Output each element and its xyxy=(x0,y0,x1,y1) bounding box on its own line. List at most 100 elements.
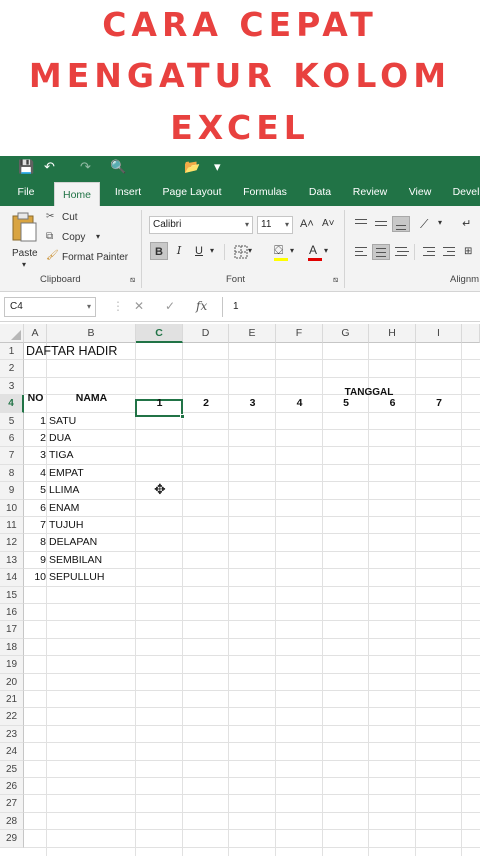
copy-button[interactable]: ⧉ Copy ▾ xyxy=(46,230,116,246)
column-header-b[interactable]: B xyxy=(47,324,136,343)
row-header-17[interactable]: 17 xyxy=(0,621,24,639)
no-cell[interactable]: 10 xyxy=(24,569,46,586)
align-center-icon[interactable] xyxy=(372,244,390,260)
row-header-22[interactable]: 22 xyxy=(0,708,24,726)
row-header-7[interactable]: 7 xyxy=(0,447,24,465)
tab-page-layout[interactable]: Page Layout xyxy=(156,178,228,206)
tab-review[interactable]: Review xyxy=(346,178,394,206)
row-header-21[interactable]: 21 xyxy=(0,691,24,709)
row-header-10[interactable]: 10 xyxy=(0,499,24,517)
open-folder-icon[interactable]: 📂 xyxy=(184,158,200,176)
no-cell[interactable]: 5 xyxy=(24,482,46,499)
nama-cell[interactable]: TIGA xyxy=(49,447,74,464)
no-cell[interactable]: 3 xyxy=(24,447,46,464)
row-header-9[interactable]: 9 xyxy=(0,482,24,500)
row-header-3[interactable]: 3 xyxy=(0,377,24,396)
column-header-g[interactable]: G xyxy=(323,324,369,343)
no-cell[interactable]: 1 xyxy=(24,413,46,430)
nama-cell[interactable]: SEMBILAN xyxy=(49,552,102,569)
tab-view[interactable]: View xyxy=(402,178,438,206)
date-cell-3[interactable]: 3 xyxy=(229,395,276,412)
row-header-23[interactable]: 23 xyxy=(0,725,24,744)
nama-cell[interactable]: LLIMA xyxy=(49,482,79,499)
row-header-25[interactable]: 25 xyxy=(0,760,24,778)
wrap-text-icon[interactable]: ↵ xyxy=(462,217,471,230)
cut-button[interactable]: ✂ Cut xyxy=(46,210,96,226)
row-header-5[interactable]: 5 xyxy=(0,412,24,430)
row-header-2[interactable]: 2 xyxy=(0,360,24,378)
font-name-box[interactable]: Calibri ▾ xyxy=(149,216,253,234)
tab-data[interactable]: Data xyxy=(302,178,338,206)
row-header-27[interactable]: 27 xyxy=(0,795,24,813)
clipboard-launcher-icon[interactable]: ⧅ xyxy=(130,275,135,285)
undo-icon[interactable]: ↶ xyxy=(44,158,55,176)
date-cell-2[interactable]: 2 xyxy=(183,395,229,412)
no-cell[interactable]: 6 xyxy=(24,500,46,517)
increase-indent-icon[interactable] xyxy=(440,244,458,260)
row-header-26[interactable]: 26 xyxy=(0,778,24,796)
font-color-button[interactable]: A ▾ xyxy=(306,243,332,261)
shrink-font-icon[interactable]: A˅ xyxy=(322,218,335,229)
tab-formulas[interactable]: Formulas xyxy=(236,178,294,206)
merge-center-icon[interactable]: ⊞ xyxy=(464,246,472,257)
nama-cell[interactable]: SEPULLUH xyxy=(49,569,104,586)
format-painter-button[interactable]: 🖌 Format Painter xyxy=(46,250,138,266)
row-header-18[interactable]: 18 xyxy=(0,638,24,657)
nama-cell[interactable]: SATU xyxy=(49,413,76,430)
date-cell-1[interactable]: 1 xyxy=(136,395,183,412)
paste-button[interactable]: Paste ▾ xyxy=(8,212,42,272)
italic-button[interactable]: I xyxy=(170,242,188,260)
name-box[interactable]: C4 ▾ xyxy=(4,297,96,317)
no-cell[interactable]: 8 xyxy=(24,534,46,551)
select-all-button[interactable] xyxy=(0,324,24,343)
row-header-15[interactable]: 15 xyxy=(0,586,24,604)
nama-cell[interactable]: ENAM xyxy=(49,500,79,517)
fill-handle[interactable] xyxy=(180,413,185,419)
row-header-20[interactable]: 20 xyxy=(0,673,24,691)
cancel-icon[interactable]: ✕ xyxy=(134,299,144,313)
enter-icon[interactable]: ✓ xyxy=(165,299,175,313)
borders-button[interactable]: ▾ xyxy=(232,243,256,261)
row-header-13[interactable]: 13 xyxy=(0,551,24,570)
tab-developer[interactable]: Devel xyxy=(446,178,480,206)
row-header-28[interactable]: 28 xyxy=(0,812,24,831)
row-header-14[interactable]: 14 xyxy=(0,569,24,587)
bottom-align-icon[interactable] xyxy=(392,216,410,232)
save-icon[interactable]: 💾 xyxy=(18,158,34,176)
row-header-16[interactable]: 16 xyxy=(0,604,24,622)
fill-color-button[interactable]: ⛋ ▾ xyxy=(272,243,298,261)
column-header-e[interactable]: E xyxy=(229,324,276,343)
middle-align-icon[interactable] xyxy=(372,216,390,232)
formula-input[interactable]: 1 xyxy=(222,297,480,317)
column-header-h[interactable]: H xyxy=(369,324,416,343)
tab-insert[interactable]: Insert xyxy=(108,178,148,206)
nama-cell[interactable]: DELAPAN xyxy=(49,534,97,551)
date-cell-4[interactable]: 4 xyxy=(276,395,323,412)
decrease-indent-icon[interactable] xyxy=(420,244,438,260)
column-header-d[interactable]: D xyxy=(183,324,229,343)
insert-function-icon[interactable]: fx xyxy=(196,299,207,313)
column-header-i[interactable]: I xyxy=(416,324,462,343)
column-header-partial[interactable] xyxy=(462,324,480,343)
grow-font-icon[interactable]: A˄ xyxy=(300,218,314,230)
row-header-1[interactable]: 1 xyxy=(0,343,24,361)
top-align-icon[interactable] xyxy=(352,216,370,232)
row-header-11[interactable]: 11 xyxy=(0,517,24,535)
nama-cell[interactable]: EMPAT xyxy=(49,465,84,482)
orientation-icon[interactable]: ⟋ xyxy=(420,217,428,232)
print-preview-icon[interactable]: 🔍 xyxy=(110,158,126,176)
column-header-a[interactable]: A xyxy=(24,324,47,343)
nama-cell[interactable]: DUA xyxy=(49,430,71,447)
date-cell-7[interactable]: 7 xyxy=(416,395,462,412)
no-cell[interactable]: 9 xyxy=(24,552,46,569)
row-header-4[interactable]: 4 xyxy=(0,395,24,413)
no-cell[interactable]: 4 xyxy=(24,465,46,482)
tab-file[interactable]: File xyxy=(6,178,46,206)
column-header-c[interactable]: C xyxy=(136,324,183,343)
row-header-6[interactable]: 6 xyxy=(0,430,24,448)
date-cell-5[interactable]: 5 xyxy=(323,395,369,412)
align-right-icon[interactable] xyxy=(392,244,410,260)
worksheet-grid[interactable]: ABCDEFGHI 1 2 3 4 5 6 7 8 9 10 11 12 13 14 15 16 17 18 19 2… xyxy=(0,324,480,856)
no-cell[interactable]: 7 xyxy=(24,517,46,534)
bold-button[interactable]: B xyxy=(150,242,168,260)
